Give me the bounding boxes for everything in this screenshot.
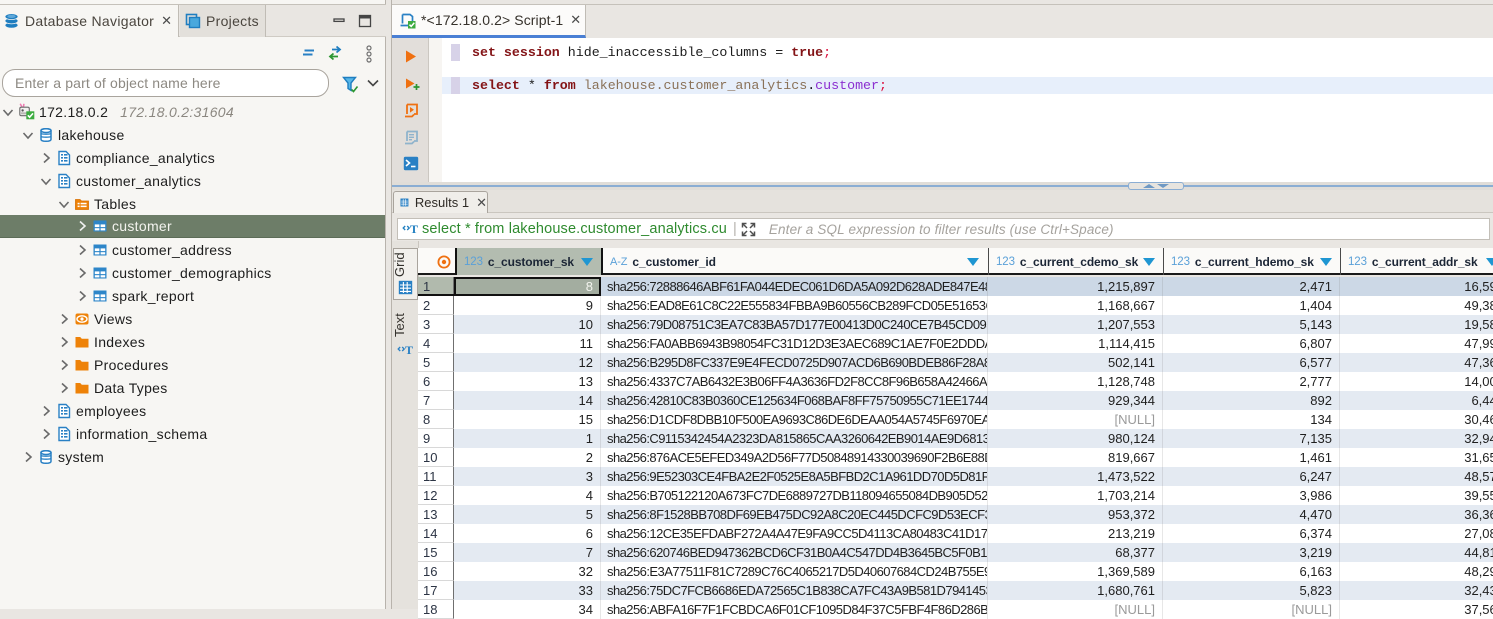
svg-text:T: T bbox=[410, 222, 418, 236]
